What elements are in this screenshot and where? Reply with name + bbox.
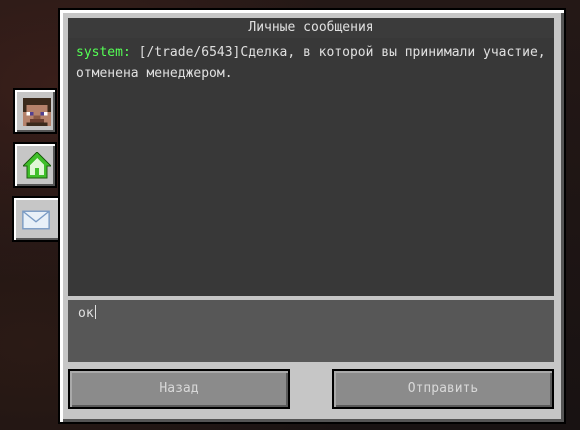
back-button[interactable]: Назад: [68, 369, 290, 409]
message-input[interactable]: ок: [68, 300, 554, 362]
home-icon: [23, 152, 51, 179]
message-input-value: ок: [78, 306, 94, 321]
tab-profile[interactable]: [13, 88, 57, 134]
tab-home[interactable]: [13, 142, 57, 188]
message-list: system: [/trade/6543]Сделка, в которой в…: [68, 38, 554, 296]
message-text: [/trade/6543]Сделка, в которой вы приним…: [76, 45, 546, 81]
message-item: system: [/trade/6543]Сделка, в которой в…: [76, 42, 546, 84]
send-button[interactable]: Отправить: [332, 369, 554, 409]
player-head-icon: [23, 98, 51, 126]
text-caret: [94, 305, 96, 319]
tab-messages[interactable]: [12, 196, 62, 242]
envelope-icon: [22, 210, 50, 230]
window-title: Личные сообщения: [68, 18, 554, 38]
message-sender: system:: [76, 45, 131, 60]
